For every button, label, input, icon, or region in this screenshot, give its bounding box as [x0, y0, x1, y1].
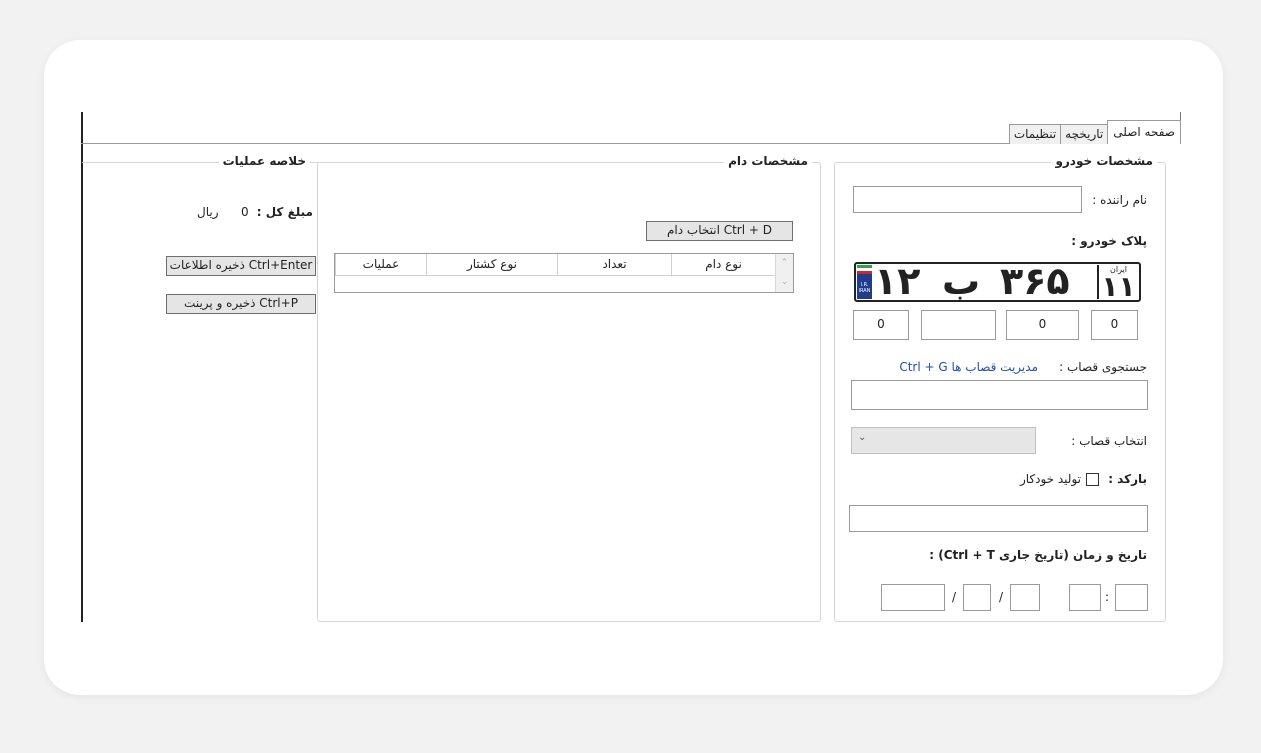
column-header-livestock-type[interactable]: نوع دام: [671, 254, 775, 275]
datetime-label: تاریخ و زمان (تاریخ جاری Ctrl + T) :: [929, 548, 1147, 562]
butcher-search-input[interactable]: [851, 380, 1148, 410]
plate-region-digits: ۱۱: [1101, 270, 1136, 303]
tab-main[interactable]: صفحه اصلی: [1107, 120, 1181, 144]
time-minute-input[interactable]: [1115, 584, 1148, 611]
vehicle-group-title: مشخصات خودرو: [1051, 154, 1157, 168]
livestock-group-title: مشخصات دام: [724, 154, 812, 168]
scroll-down-icon[interactable]: ⌄: [776, 273, 793, 292]
plate-field-letter[interactable]: [921, 310, 996, 340]
butcher-select-label: انتخاب قصاب :: [1071, 434, 1147, 448]
plate-field-left[interactable]: 0: [853, 310, 909, 340]
manage-butchers-link[interactable]: مدیریت قصاب ها Ctrl + G: [899, 360, 1038, 374]
livestock-table: نوع دام تعداد نوع کشتار عملیات ⌃ ⌄: [334, 253, 794, 293]
plate-field-region[interactable]: 0: [1091, 310, 1138, 340]
column-header-slaughter-type[interactable]: نوع کشتار: [426, 254, 557, 275]
plate-middle-digits: ۳۶۵: [1000, 259, 1070, 303]
total-amount-label: مبلغ کل :: [256, 205, 313, 219]
driver-name-input[interactable]: [853, 186, 1082, 213]
plate-letter: ب: [942, 259, 981, 303]
butcher-search-label: جستجوی قصاب :: [1059, 360, 1147, 374]
date-separator: /: [952, 590, 957, 604]
auto-generate-label: تولید خودکار: [1019, 472, 1081, 486]
livestock-table-header: نوع دام تعداد نوع کشتار عملیات: [335, 254, 775, 276]
barcode-label: بارکد :: [1108, 472, 1147, 486]
plate-label: پلاک خودرو :: [1071, 234, 1147, 248]
plate-flag-code: I.R. IRAN: [858, 282, 871, 294]
time-separator: :: [1105, 590, 1110, 604]
date-month-input[interactable]: [963, 584, 991, 611]
tab-history[interactable]: تاریخچه: [1060, 124, 1109, 144]
column-header-operations[interactable]: عملیات: [335, 254, 426, 275]
license-plate: I.R. IRAN ۱۲ ب ۳۶۵ ایران ۱۱: [854, 259, 1141, 303]
summary-group: خلاصه عملیات: [82, 154, 318, 168]
select-livestock-button[interactable]: انتخاب دام Ctrl + D: [646, 221, 793, 241]
scroll-up-icon[interactable]: ⌃: [776, 254, 793, 273]
plate-left-digits: ۱۲: [874, 259, 921, 303]
window-left-border: [81, 112, 83, 622]
total-amount-value: 0: [241, 205, 249, 219]
butcher-select[interactable]: ⌄: [851, 427, 1036, 454]
plate-field-middle[interactable]: 0: [1006, 310, 1079, 340]
tab-settings[interactable]: تنظیمات: [1008, 124, 1062, 144]
iran-flag-icon: I.R. IRAN: [857, 265, 872, 299]
table-scrollbar[interactable]: ⌃ ⌄: [775, 254, 793, 292]
tab-strip: صفحه اصلی تاریخچه تنظیمات: [1008, 120, 1181, 144]
date-separator: /: [999, 590, 1004, 604]
currency-label: ریال: [197, 205, 219, 219]
chevron-down-icon: ⌄: [858, 432, 867, 443]
barcode-input[interactable]: [849, 505, 1148, 532]
tab-strip-line: [81, 143, 1096, 144]
driver-name-label: نام راننده :: [1092, 193, 1147, 207]
auto-generate-checkbox[interactable]: [1086, 473, 1099, 486]
date-day-input[interactable]: [1010, 584, 1040, 611]
column-header-count[interactable]: تعداد: [557, 254, 671, 275]
date-year-input[interactable]: [881, 584, 945, 611]
save-print-button[interactable]: ذخیره و پرینت Ctrl+P: [166, 294, 316, 314]
summary-group-title: خلاصه عملیات: [218, 154, 310, 168]
save-button[interactable]: ذخیره اطلاعات Ctrl+Enter: [166, 256, 316, 276]
time-hour-input[interactable]: [1069, 584, 1101, 611]
plate-region: ایران ۱۱: [1097, 265, 1138, 303]
